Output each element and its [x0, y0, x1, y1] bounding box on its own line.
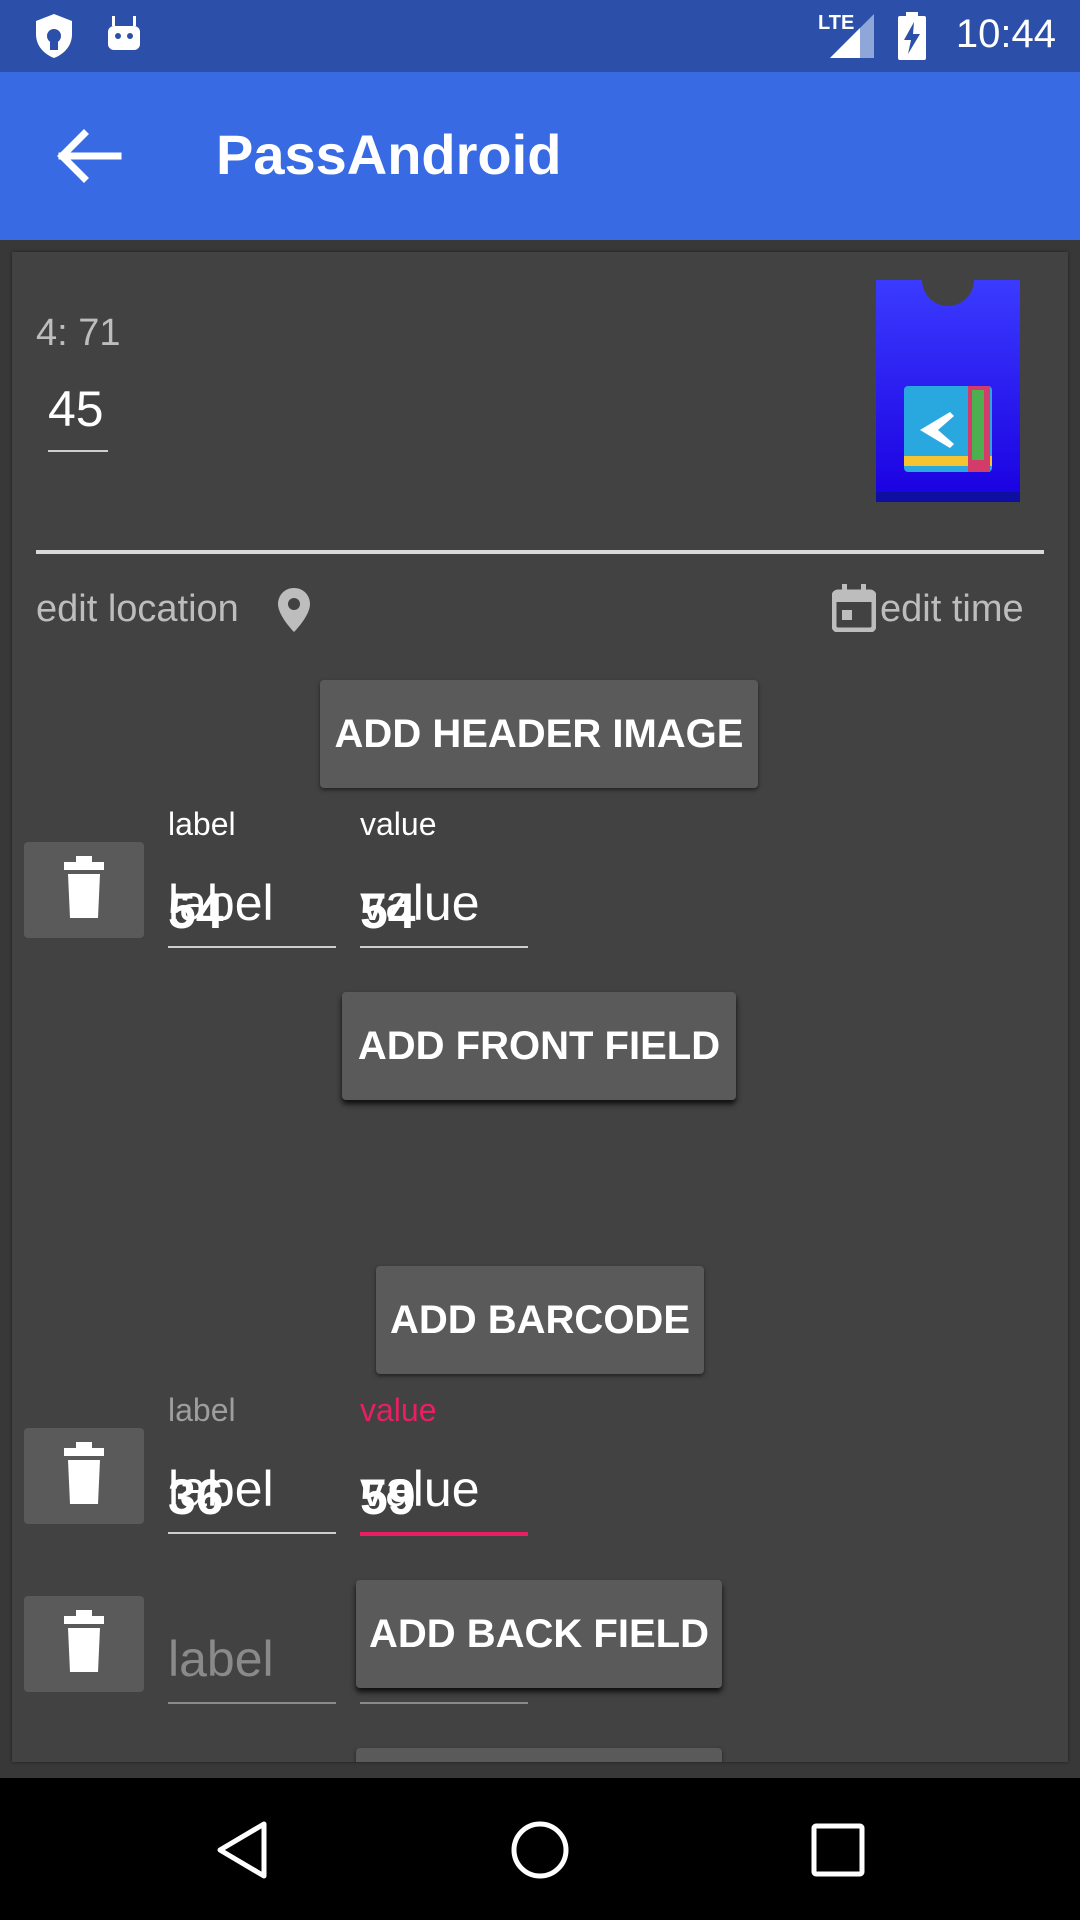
- add-back-field-button[interactable]: ADD BACK FIELD: [356, 1580, 722, 1688]
- header-value-input[interactable]: 45: [48, 380, 104, 438]
- delete-back-field-button[interactable]: [24, 1428, 144, 1524]
- back-value-2-underline: [360, 1702, 528, 1704]
- back-value-caption: value: [360, 1392, 437, 1428]
- back-value-underline-focused: [360, 1532, 528, 1536]
- front-value-input[interactable]: 54: [360, 882, 416, 940]
- add-front-field-button[interactable]: ADD FRONT FIELD: [342, 992, 736, 1100]
- header-divider: [36, 550, 1044, 554]
- back-label-2-input[interactable]: label: [168, 1630, 274, 1688]
- app-toolbar: PassAndroid: [0, 72, 1080, 240]
- nav-home-icon[interactable]: [510, 1820, 570, 1885]
- front-label-input[interactable]: 54: [168, 882, 224, 940]
- front-value-caption: value: [360, 806, 437, 842]
- back-label-2-underline: [168, 1702, 336, 1704]
- add-header-image-button[interactable]: ADD HEADER IMAGE: [320, 680, 758, 788]
- delete-back-field-2-button[interactable]: [24, 1596, 144, 1692]
- navigation-bar: [0, 1778, 1080, 1920]
- front-label-underline: [168, 946, 336, 948]
- front-value-underline: [360, 946, 528, 948]
- header-value-underline: [48, 450, 108, 452]
- edit-time-link[interactable]: edit time: [880, 588, 1024, 631]
- location-pin-icon[interactable]: [276, 586, 312, 639]
- edit-location-link[interactable]: edit location: [36, 588, 239, 631]
- calendar-icon[interactable]: [831, 584, 877, 637]
- back-label-underline: [168, 1532, 336, 1534]
- pass-card: 4: 71 45 edit location edit time ADD HEA…: [12, 252, 1068, 1762]
- status-bar: LTE 10:44: [0, 0, 1080, 72]
- back-label-input[interactable]: 36: [168, 1468, 224, 1526]
- arrow-back-icon[interactable]: [48, 112, 136, 200]
- signal-icon: [830, 14, 874, 63]
- clock: 10:44: [955, 12, 1056, 56]
- android-icon: [104, 14, 144, 59]
- battery-charging-icon: [898, 12, 926, 65]
- add-barcode-button[interactable]: ADD BARCODE: [376, 1266, 704, 1374]
- header-label: 4: 71: [36, 312, 121, 354]
- app-title: PassAndroid: [216, 123, 562, 186]
- front-label-caption: label: [168, 806, 236, 842]
- back-value-input[interactable]: 59: [360, 1468, 416, 1526]
- nav-recents-icon[interactable]: [810, 1822, 866, 1883]
- partial-button[interactable]: [356, 1748, 722, 1762]
- shield-icon: [32, 12, 76, 65]
- nav-back-icon[interactable]: [212, 1820, 272, 1885]
- back-label-caption: label: [168, 1392, 236, 1428]
- delete-front-field-button[interactable]: [24, 842, 144, 938]
- pass-thumbnail[interactable]: [876, 280, 1020, 502]
